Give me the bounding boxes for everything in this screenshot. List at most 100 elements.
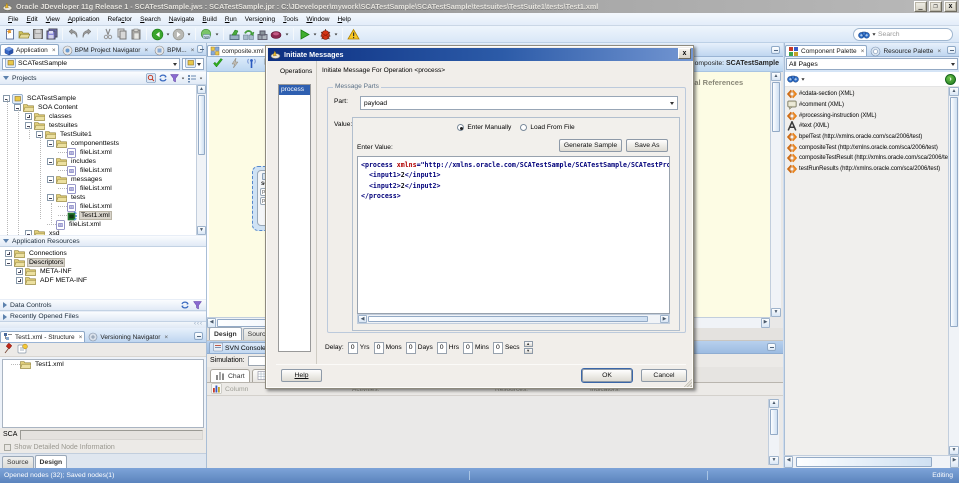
run-icon[interactable] (298, 28, 311, 41)
scrollbar-thumb[interactable] (368, 316, 648, 322)
scrollbar-arrow[interactable]: ▼ (949, 446, 959, 455)
editor-bottom-tab-design[interactable]: Design (209, 327, 242, 340)
expand-icon[interactable] (25, 113, 32, 120)
validate-icon[interactable] (212, 57, 224, 71)
code-horizontal-scrollbar[interactable]: ◀▶ (357, 314, 670, 324)
collapse-icon[interactable] (5, 259, 12, 266)
menu-search[interactable]: Search (136, 15, 165, 24)
tree-item-filelist-xml[interactable]: «»fileList.xml (0, 202, 206, 211)
palette-item--comment[interactable]: #comment (XML) (785, 100, 948, 111)
ok-button[interactable]: OK (582, 369, 632, 382)
scrollbar-arrow[interactable]: ▲ (197, 85, 206, 94)
tree-item-messages[interactable]: messages (0, 175, 206, 184)
menu-tools[interactable]: Tools (279, 15, 302, 24)
cut-icon[interactable] (102, 28, 115, 41)
tree-item-descriptors[interactable]: Descriptors (0, 258, 206, 267)
tree-item-scatestsample[interactable]: SCATestSample (0, 94, 206, 103)
palette-tab-minimize-button[interactable] (947, 46, 956, 54)
save-as-button[interactable]: Save As (626, 139, 668, 152)
tree-item-test1-xml[interactable]: Test1.xml (3, 360, 203, 369)
profile-icon[interactable] (270, 28, 283, 41)
scrollbar-thumb[interactable] (198, 95, 205, 155)
menu-build[interactable]: Build (198, 15, 220, 24)
xml-value-editor[interactable]: <process xmlns="http://xmlns.oracle.com/… (357, 156, 670, 314)
tree-item-includes[interactable]: includes (0, 157, 206, 166)
tab-close-icon[interactable]: × (79, 334, 83, 341)
search-box[interactable]: Search (853, 28, 953, 41)
scrollbar-arrow[interactable]: ▶ (950, 456, 959, 468)
pin-icon[interactable] (3, 343, 13, 356)
tab-close-icon[interactable]: × (861, 48, 865, 55)
dialog-resize-grip[interactable] (684, 379, 692, 387)
collapse-icon[interactable] (47, 140, 54, 147)
enter-manually-radio[interactable]: Enter Manually (457, 124, 511, 131)
generate-sample-button[interactable]: Generate Sample (559, 139, 622, 152)
expand-icon[interactable] (16, 268, 23, 275)
search-dropdown-caret[interactable] (872, 33, 875, 35)
palette-item--text[interactable]: #text (XML) (785, 121, 948, 132)
palette-vertical-scrollbar[interactable]: ▲▼ (948, 87, 959, 455)
cancel-button[interactable]: Cancel (641, 369, 687, 382)
scrollbar-arrow[interactable]: ◀ (358, 315, 367, 323)
forward-icon[interactable] (172, 28, 185, 41)
palette-tab-component-palette[interactable]: Component Palette× (785, 45, 867, 56)
structure-tab-minimize-button[interactable] (194, 332, 203, 340)
tree-item-soa-content[interactable]: SOA Content (0, 103, 206, 112)
tab-close-icon[interactable]: × (164, 334, 168, 341)
lightning-icon[interactable] (230, 57, 240, 71)
menu-refactor[interactable]: Refactor (104, 15, 137, 24)
paste-icon[interactable] (130, 28, 143, 41)
part-select[interactable]: payload (360, 96, 678, 110)
expand-icon[interactable] (5, 250, 12, 257)
copy-icon[interactable] (116, 28, 129, 41)
menu-versioning[interactable]: Versioning (241, 15, 279, 24)
tree-item-meta-inf[interactable]: META-INF (0, 267, 206, 276)
tab-close-icon[interactable]: × (144, 47, 148, 54)
operation-item-process[interactable]: process (279, 85, 310, 95)
chart-tab[interactable]: Chart (210, 369, 250, 382)
back-icon-caret[interactable] (164, 28, 171, 41)
delay-spinner[interactable]: ▲▼ (524, 341, 533, 354)
antenna-icon[interactable] (246, 57, 257, 71)
delay-mins-field[interactable]: 0 (463, 342, 473, 354)
dialog-close-button[interactable]: x (678, 48, 691, 59)
delay-hrs-field[interactable]: 0 (437, 342, 447, 354)
forward-icon-caret[interactable] (185, 28, 192, 41)
menu-window[interactable]: Window (302, 15, 333, 24)
menu-help[interactable]: Help (333, 15, 354, 24)
menu-edit[interactable]: Edit (23, 15, 42, 24)
tree-item-componenttests[interactable]: componenttests (0, 139, 206, 148)
structure-settings-icon[interactable] (17, 343, 28, 356)
app-navigate-icon-caret[interactable] (213, 28, 220, 41)
back-icon[interactable] (151, 28, 164, 41)
make-icon[interactable] (228, 28, 241, 41)
palette-tab-resource-palette[interactable]: Resource Palette× (867, 45, 944, 56)
minimize-button[interactable]: _ (914, 1, 927, 12)
structure-tab-test1-xml-structure[interactable]: Test1.xml - Structure× (0, 331, 85, 342)
tree-item-filelist-xml[interactable]: «»fileList.xml (0, 148, 206, 157)
recently-opened-files-header[interactable]: Recently Opened Files (0, 311, 206, 322)
tree-item-connections[interactable]: Connections (0, 249, 206, 258)
run-icon-caret[interactable] (311, 28, 318, 41)
menu-view[interactable]: View (42, 15, 64, 24)
canvas-vertical-scrollbar[interactable]: ▲▼ (770, 72, 781, 317)
tree-item-testsuite1[interactable]: TestSuite1 (0, 130, 206, 139)
delay-days-field[interactable]: 0 (406, 342, 416, 354)
tree-item-adf-meta-inf[interactable]: ADF META-INF (0, 276, 206, 285)
log-panel-minimize-button[interactable] (767, 343, 776, 351)
tree-item-filelist-xml[interactable]: «»fileList.xml (0, 220, 206, 229)
palette-search-go-button[interactable]: › (945, 74, 956, 85)
collapse-icon[interactable] (47, 176, 54, 183)
menu-run[interactable]: Run (221, 15, 241, 24)
application-select[interactable]: SCATestSample (2, 58, 180, 70)
editor-tab-minimize-button[interactable] (771, 46, 780, 54)
palette-item-compositetest[interactable]: compositeTest (http://xmlns.oracle.com/s… (785, 142, 948, 153)
debug-icon-caret[interactable] (332, 28, 339, 41)
expand-icon[interactable] (16, 277, 23, 284)
menu-file[interactable]: File (4, 15, 23, 24)
structure-bottom-tab-design[interactable]: Design (35, 455, 68, 468)
scrollbar-thumb[interactable] (770, 409, 778, 435)
navigator-tab-application[interactable]: Application× (0, 44, 59, 55)
save-all-icon[interactable] (46, 28, 59, 41)
rebuild-icon[interactable] (242, 28, 255, 41)
